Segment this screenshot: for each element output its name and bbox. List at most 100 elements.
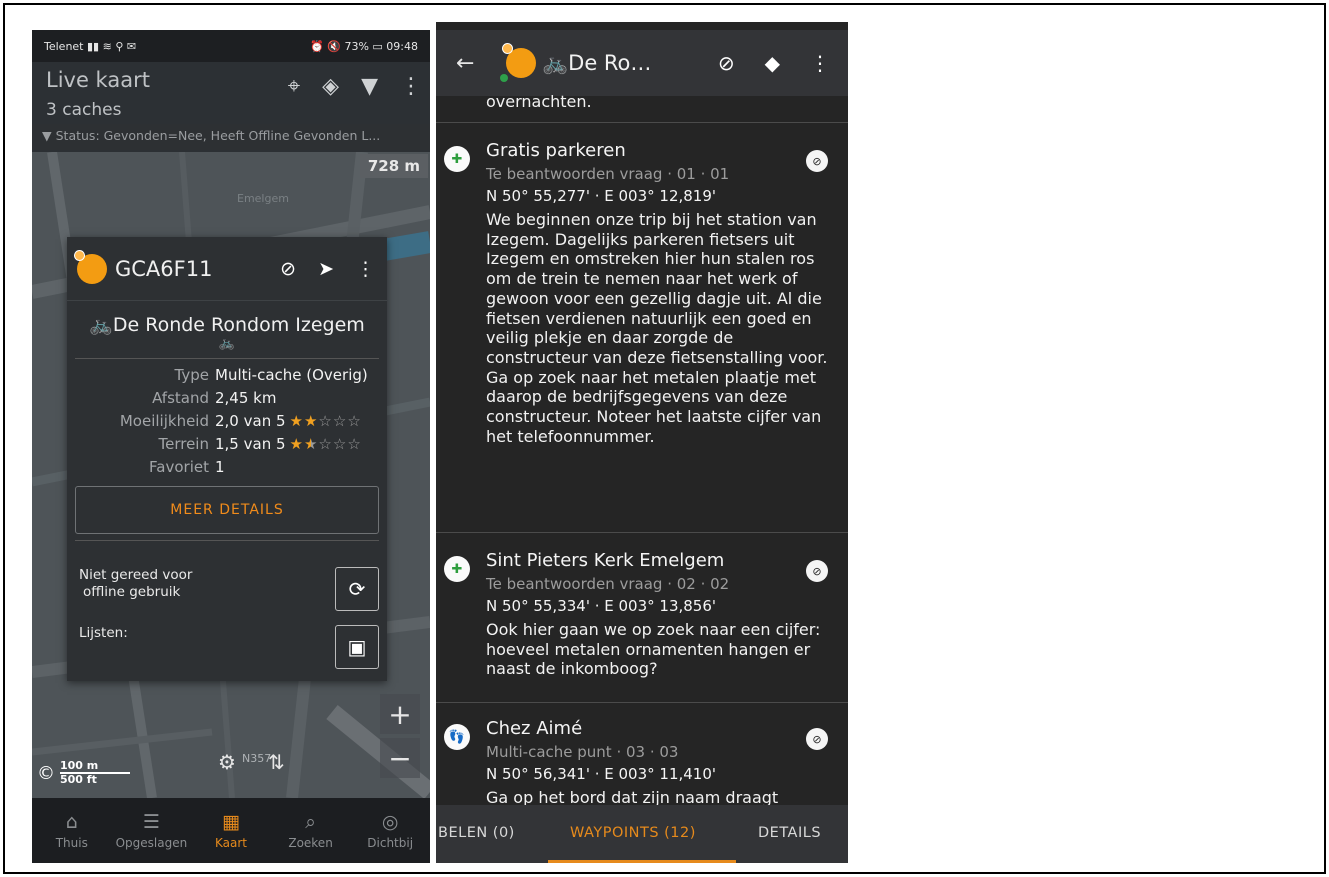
- detail-label: Favoriet: [149, 457, 209, 476]
- waypoint-description: Ook hier gaan we op zoek naar een cijfer…: [486, 620, 821, 679]
- zoom-in-button[interactable]: +: [380, 694, 420, 734]
- zoom-out-button[interactable]: −: [380, 738, 420, 778]
- waypoint-coordinates: N 50° 55,334' · E 003° 13,856': [486, 597, 717, 615]
- save-icon: ▣: [347, 635, 367, 659]
- popup-header: GCA6F11 ⊘ ➤ ⋮: [67, 237, 387, 301]
- waypoint-title: Sint Pieters Kerk Emelgem: [486, 550, 725, 571]
- cache-detail-screen: ← 🚲De Ro… ⊘ ◆ ⋮ overnachten. ✚ Gratis pa…: [436, 22, 848, 863]
- divider: [436, 532, 848, 533]
- svg-text:Emelgem: Emelgem: [237, 192, 289, 205]
- detail-label: Afstand: [152, 388, 209, 407]
- filter-bar[interactable]: ▼ Status: Gevonden=Nee, Heeft Offline Ge…: [32, 124, 430, 150]
- detail-row-terrain: Terrein 1,5 van 5 ★★☆☆☆: [67, 432, 387, 455]
- filter-small-icon: ▼: [42, 128, 52, 143]
- waypoint-coordinates: N 50° 56,341' · E 003° 11,410': [486, 765, 717, 783]
- tab-waypoints[interactable]: WAYPOINTS (12): [570, 825, 696, 841]
- waypoint-title: Gratis parkeren: [486, 140, 626, 161]
- previous-description-tail: overnachten.: [486, 92, 592, 111]
- nav-nearby[interactable]: ◎ Dichtbij: [350, 798, 430, 863]
- detail-row-favorite: Favoriet 1: [67, 455, 387, 478]
- divider: [436, 702, 848, 703]
- waypoint-coordinates: N 50° 55,277' · E 003° 12,819': [486, 187, 717, 205]
- compass-icon[interactable]: ⊘: [806, 560, 828, 582]
- waypoint-subtitle: Te beantwoorden vraag · 01 · 01: [486, 165, 730, 183]
- refresh-icon: ⟳: [348, 577, 366, 601]
- filter-text: Status: Gevonden=Nee, Heeft Offline Gevo…: [55, 128, 381, 143]
- difficulty-stars: ★★☆☆☆: [289, 411, 362, 430]
- more-vert-icon[interactable]: ⋮: [810, 51, 830, 75]
- nav-label: Opgeslagen: [115, 836, 188, 850]
- status-left: Telenet ▮▮ ≋ ⚲ ✉: [44, 40, 136, 53]
- detail-label: Type: [174, 365, 209, 384]
- nav-label: Thuis: [55, 836, 88, 850]
- bicycle-icon: 🚲: [218, 336, 236, 351]
- my-location-icon[interactable]: ⌖: [288, 74, 300, 99]
- detail-tabs: BELEN (0) WAYPOINTS (12) DETAILS: [436, 805, 848, 863]
- waypoint-subtitle: Te beantwoorden vraag · 02 · 02: [486, 575, 730, 593]
- waypoint-title: Chez Aimé: [486, 718, 583, 739]
- compass-icon[interactable]: ⊘: [806, 150, 828, 172]
- nav-home[interactable]: ⌂ Thuis: [32, 798, 112, 863]
- filter-icon[interactable]: ▼: [361, 74, 378, 99]
- waypoint-item[interactable]: 👣 Chez Aimé Multi-cache punt · 03 · 03 N…: [436, 718, 848, 806]
- save-offline-button[interactable]: ▣: [335, 625, 379, 669]
- waypoint-item[interactable]: ✚ Sint Pieters Kerk Emelgem Te beantwoor…: [436, 550, 848, 700]
- divider: [436, 122, 848, 123]
- map-scale: 100 m 500 ft: [60, 760, 130, 786]
- waypoint-description: Ga op het bord dat zijn naam draagt: [486, 788, 779, 806]
- scale-feet: 500 ft: [60, 773, 97, 786]
- nav-search[interactable]: ⌕ Zoeken: [271, 798, 351, 863]
- terrain-stars: ★★☆☆☆: [289, 434, 362, 453]
- detail-row-distance: Afstand 2,45 km: [67, 386, 387, 409]
- offline-line: Niet gereed voor: [79, 567, 193, 583]
- cache-code: GCA6F11: [115, 256, 213, 281]
- offline-status: Niet gereed voor offline gebruik: [79, 567, 192, 601]
- detail-value: 2,45 km: [215, 388, 277, 407]
- tab-inventory[interactable]: BELEN (0): [438, 825, 515, 841]
- waypoint-item[interactable]: ✚ Gratis parkeren Te beantwoorden vraag …: [436, 140, 848, 530]
- plus-icon: +: [388, 697, 412, 731]
- divider: [75, 540, 379, 541]
- carrier-label: Telenet: [44, 39, 84, 53]
- map-settings-icon[interactable]: ⚙: [218, 750, 236, 774]
- home-icon: ⌂: [65, 811, 78, 833]
- compass-icon[interactable]: ⊘: [718, 51, 735, 75]
- more-vert-icon[interactable]: ⋮: [356, 258, 375, 280]
- directions-icon[interactable]: ◆: [765, 51, 780, 75]
- nearby-icon: ◎: [381, 811, 399, 833]
- detail-value: 1: [215, 457, 225, 476]
- puzzle-icon: ✚: [444, 556, 470, 582]
- puzzle-icon: ✚: [444, 146, 470, 172]
- layers-icon[interactable]: ◈: [322, 74, 339, 99]
- nav-label: Zoeken: [288, 836, 333, 850]
- tab-details[interactable]: DETAILS: [758, 825, 821, 841]
- status-bar: Telenet ▮▮ ≋ ⚲ ✉ ⏰ 🔇 73% ▭ 09:48: [32, 30, 430, 62]
- cache-popup: GCA6F11 ⊘ ➤ ⋮ 🚲De Ronde Rondom Izegem 🚲 …: [67, 237, 387, 681]
- detail-title: 🚲De Ro…: [542, 50, 652, 75]
- compass-icon[interactable]: ⊘: [806, 728, 828, 750]
- footprints-icon: 👣: [444, 724, 470, 750]
- minus-icon: −: [388, 741, 412, 775]
- road-label-n357: N357: [242, 752, 271, 765]
- back-arrow-icon[interactable]: ←: [456, 51, 506, 76]
- detail-value: Multi-cache (Overig): [215, 365, 368, 384]
- divider: [75, 358, 379, 359]
- nav-label: Dichtbij: [367, 836, 414, 850]
- route-icon[interactable]: ⇅: [268, 750, 285, 774]
- compass-icon[interactable]: ⊘: [280, 258, 296, 280]
- copyright-icon[interactable]: ©: [37, 763, 55, 784]
- nav-stored[interactable]: ☰ Opgeslagen: [112, 798, 192, 863]
- offline-line: offline gebruik: [83, 584, 181, 600]
- status-right: ⏰ 🔇 73% ▭ 09:48: [310, 39, 418, 53]
- nav-label: Kaart: [214, 836, 247, 850]
- navigate-icon[interactable]: ➤: [318, 258, 334, 280]
- detail-label: Moeilijkheid: [119, 411, 209, 430]
- refresh-button[interactable]: ⟳: [335, 567, 379, 611]
- more-details-button[interactable]: MEER DETAILS: [75, 486, 379, 534]
- more-vert-icon[interactable]: ⋮: [400, 74, 422, 99]
- list-icon: ☰: [142, 811, 160, 833]
- cache-type-icon: [74, 249, 107, 284]
- detail-value: 2,0 van 5: [215, 411, 286, 430]
- nav-map[interactable]: ▦ Kaart: [191, 798, 271, 863]
- map-icon: ▦: [222, 811, 240, 833]
